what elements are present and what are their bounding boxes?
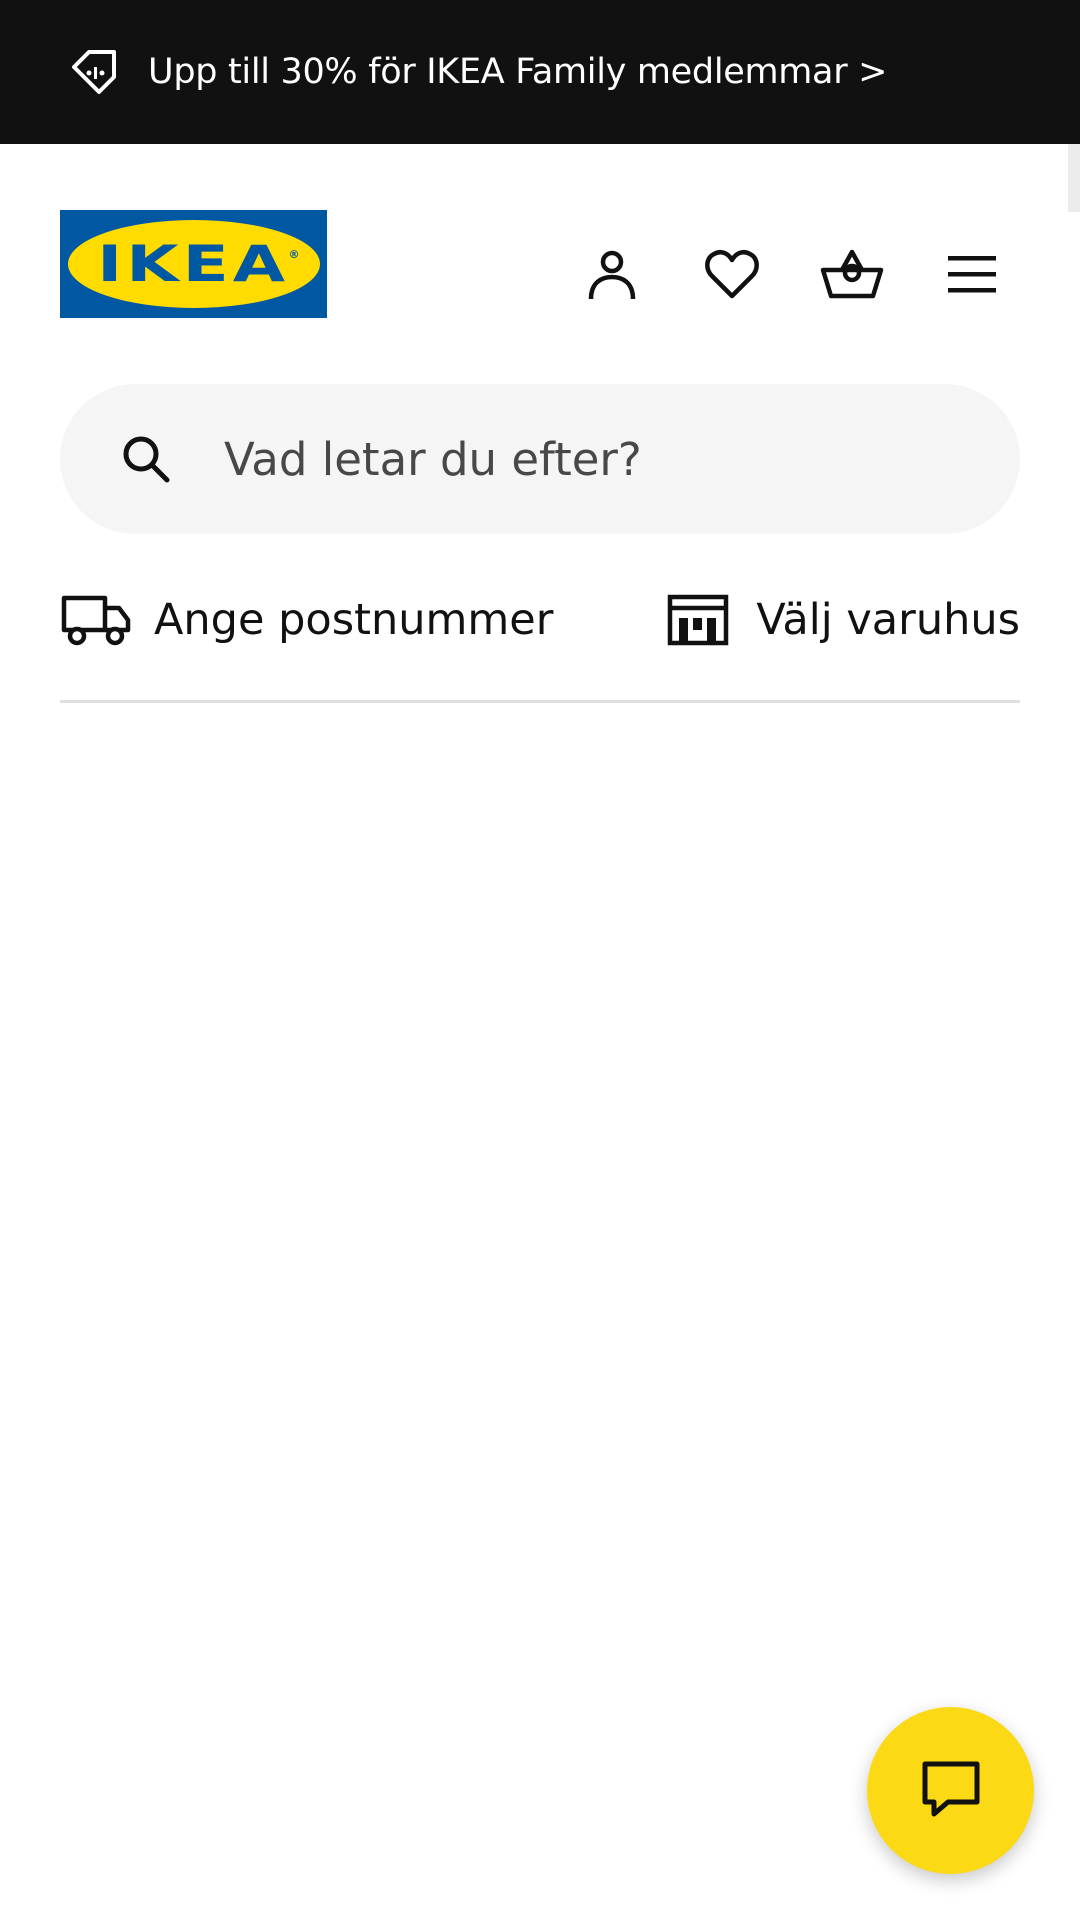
logo-text: IKEA (97, 235, 290, 293)
page: Upp till 30% för IKEA Family medlemmar >… (0, 0, 1080, 1920)
store-label: Välj varuhus (756, 595, 1020, 645)
search-bar[interactable] (60, 384, 1020, 534)
favourites-button[interactable] (672, 236, 792, 316)
user-icon (585, 247, 639, 305)
tag-icon (68, 46, 120, 98)
divider (60, 700, 1020, 703)
truck-icon (60, 590, 132, 650)
search-icon (118, 431, 174, 487)
chat-icon (920, 1758, 982, 1824)
menu-icon (946, 253, 998, 299)
logo-registered-mark: ® (288, 248, 300, 261)
cart-button[interactable] (792, 236, 912, 316)
postcode-button[interactable]: Ange postnummer (60, 590, 553, 650)
postcode-label: Ange postnummer (154, 595, 554, 645)
heart-icon (704, 248, 760, 304)
search-input[interactable] (224, 432, 924, 486)
account-button[interactable] (552, 236, 672, 316)
site-header: IKEA ® (0, 144, 1080, 384)
menu-button[interactable] (912, 236, 1032, 316)
store-button[interactable]: Välj varuhus (662, 590, 1020, 650)
promo-text: Upp till 30% för IKEA Family medlemmar > (148, 52, 888, 92)
logo-ellipse: IKEA ® (67, 220, 320, 308)
chat-button[interactable] (867, 1707, 1034, 1874)
store-icon (662, 590, 734, 650)
header-actions (552, 236, 1032, 316)
ikea-logo[interactable]: IKEA ® (60, 210, 327, 318)
promo-banner[interactable]: Upp till 30% för IKEA Family medlemmar > (0, 0, 1080, 144)
basket-icon (820, 248, 884, 304)
location-row: Ange postnummer Välj varuhus (60, 580, 1020, 660)
